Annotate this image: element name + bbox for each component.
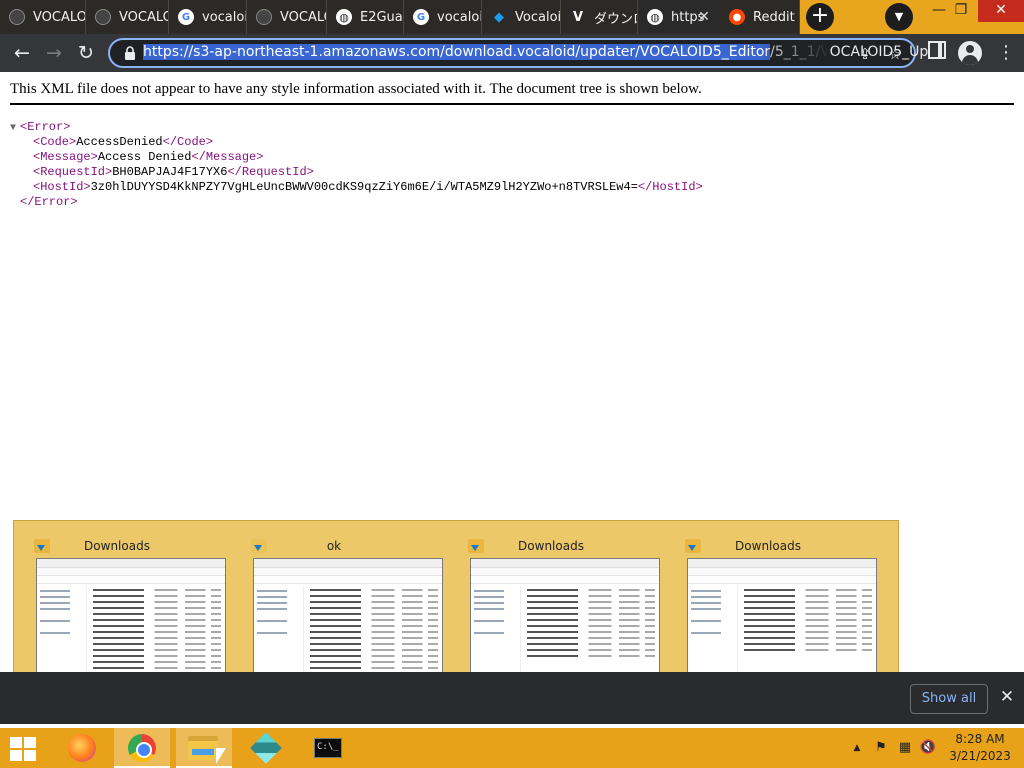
tab-5[interactable]: G vocaloid	[404, 0, 482, 34]
lock-icon[interactable]	[122, 45, 138, 61]
reddit-icon: ●	[729, 9, 745, 25]
windows-start-icon[interactable]	[10, 737, 38, 761]
xml-tag: <HostId>	[33, 180, 91, 194]
google-icon: G	[413, 9, 429, 25]
cubes-app-icon	[250, 732, 282, 764]
side-panel-icon[interactable]	[928, 41, 946, 59]
xml-tag: <RequestId>	[33, 165, 113, 179]
tab-9[interactable]: ● Reddit	[720, 0, 800, 34]
thumbnail-title: Downloads	[518, 539, 584, 553]
reload-button[interactable]: ↻	[72, 39, 100, 67]
address-bar[interactable]: https://s3-ap-northeast-1.amazonaws.com/…	[108, 38, 928, 68]
share-icon[interactable]: ⇪	[854, 43, 876, 65]
xml-tag: <Message>	[33, 150, 98, 164]
taskbar-cubes-app[interactable]	[238, 728, 294, 768]
chrome-icon	[128, 734, 156, 762]
avatar-head	[966, 45, 974, 53]
twitter-bird-icon: ◆	[494, 9, 504, 25]
xml-requestid-value: BH0BAPJAJ4F17YX6	[112, 165, 228, 179]
avatar-body	[962, 55, 978, 65]
collapse-triangle-icon[interactable]: ▼	[10, 121, 20, 136]
tray-chevron-icon[interactable]: ▲	[850, 738, 864, 758]
mouse-cursor	[216, 748, 226, 764]
xml-tag: </Error>	[20, 195, 78, 209]
forward-button[interactable]: →	[40, 39, 68, 67]
clock-date[interactable]: 3/21/2023	[940, 749, 1020, 763]
tab-title: vocaloid	[437, 9, 481, 25]
xml-tag: <Code>	[33, 135, 77, 149]
thumbnail-title: Downloads	[84, 539, 150, 553]
downloads-bar: Show all ✕	[0, 672, 1024, 724]
window-close-button[interactable]: ✕	[978, 0, 1024, 22]
google-icon: G	[178, 9, 194, 25]
tab-8-active[interactable]: ◍ https ✕	[638, 0, 720, 34]
maximize-icon[interactable]: ❐	[940, 0, 982, 22]
xml-tag: </Message>	[191, 150, 264, 164]
v-logo-icon: V	[572, 9, 584, 25]
xml-tag: </RequestId>	[227, 165, 314, 179]
network-icon[interactable]: ▦	[896, 738, 914, 758]
tab-title: vocaloid	[202, 9, 246, 25]
bookmark-star-icon[interactable]: ☆	[884, 43, 906, 65]
tab-1[interactable]: VOCALOID	[86, 0, 169, 34]
xml-requestid-line: <RequestId>BH0BAPJAJ4F17YX6</RequestId>	[10, 165, 703, 180]
tab-title: Reddit	[753, 9, 795, 25]
xml-tag: </Code>	[162, 135, 214, 149]
taskbar-firefox[interactable]	[52, 728, 108, 768]
tab-title: ダウンロード	[594, 11, 637, 27]
menu-kebab-icon[interactable]: ⋮	[994, 39, 1018, 67]
xml-root-close-line: </Error>	[10, 195, 703, 210]
thumbnail-title: Downloads	[735, 539, 801, 553]
hooded-figure-icon	[9, 9, 25, 25]
new-tab-button[interactable]: +	[806, 3, 834, 31]
action-center-flag-icon[interactable]: ⚑	[872, 738, 890, 758]
tab-7[interactable]: V ダウンロード	[561, 0, 638, 34]
tab-6[interactable]: ◆ Vocaloid	[482, 0, 561, 34]
back-button[interactable]: ←	[8, 39, 36, 67]
url-selected-text: https://s3-ap-northeast-1.amazonaws.com/…	[143, 44, 771, 60]
xml-style-notice: This XML file does not appear to have an…	[10, 81, 702, 97]
hooded-figure-icon	[95, 9, 111, 25]
tab-title: VOCALOID	[33, 9, 85, 25]
divider	[10, 103, 1014, 105]
show-all-downloads-button[interactable]: Show all	[910, 684, 988, 714]
xml-hostid-value: 3z0hlDUYYSD4KkNPZY7VgHLeUncBWWV00cdKS9qz…	[90, 180, 638, 194]
xml-tag: </HostId>	[637, 180, 703, 194]
url-fade	[760, 40, 830, 66]
tab-title: Vocaloid	[515, 9, 560, 25]
xml-tree: ▼ <Error> <Code>AccessDenied</Code> <Mess…	[10, 120, 703, 210]
taskbar-chrome[interactable]	[114, 728, 170, 768]
xml-code-line: <Code>AccessDenied</Code>	[10, 135, 703, 150]
taskbar-command-prompt[interactable]: C:\_	[300, 728, 356, 768]
windows-taskbar: C:\_ ▲ ⚑ ▦ 🔇 8:28 AM 3/21/2023	[0, 728, 1024, 768]
volume-muted-icon[interactable]: 🔇	[918, 738, 938, 758]
tab-strip: VOCALOID VOCALOID G vocaloid VOCALOID ◍ …	[0, 0, 1024, 34]
tab-0[interactable]: VOCALOID	[0, 0, 86, 34]
xml-root-open-line[interactable]: ▼ <Error>	[10, 120, 703, 135]
tab-4[interactable]: ◍ E2Guardian	[327, 0, 404, 34]
xml-tag: <Error>	[20, 120, 71, 134]
tab-3[interactable]: VOCALOID	[247, 0, 327, 34]
tab-title: E2Guardian	[360, 9, 403, 25]
tab-title: VOCALOID	[119, 9, 168, 25]
command-prompt-icon: C:\_	[314, 738, 342, 758]
xml-message-value: Access Denied	[97, 150, 192, 164]
tab-2[interactable]: G vocaloid	[169, 0, 247, 34]
firefox-icon	[68, 734, 96, 762]
profile-avatar[interactable]	[958, 41, 982, 65]
xml-code-value: AccessDenied	[76, 135, 163, 149]
xml-hostid-line: <HostId>3z0hlDUYYSD4KkNPZY7VgHLeUncBWWV0…	[10, 180, 703, 195]
thumbnail-title: ok	[326, 539, 342, 553]
clock-time[interactable]: 8:28 AM	[940, 732, 1020, 746]
file-explorer-icon	[188, 736, 218, 760]
browser-toolbar: ← → ↻ https://s3-ap-northeast-1.amazonaw…	[0, 34, 1024, 72]
close-tab-icon[interactable]: ✕	[696, 9, 712, 25]
xml-message-line: <Message>Access Denied</Message>	[10, 150, 703, 165]
tab-title: VOCALOID	[280, 9, 326, 25]
close-downloads-bar-icon[interactable]: ✕	[996, 686, 1018, 708]
globe-icon: ◍	[647, 9, 663, 25]
globe-icon: ◍	[336, 9, 352, 25]
hooded-figure-icon	[256, 9, 272, 25]
